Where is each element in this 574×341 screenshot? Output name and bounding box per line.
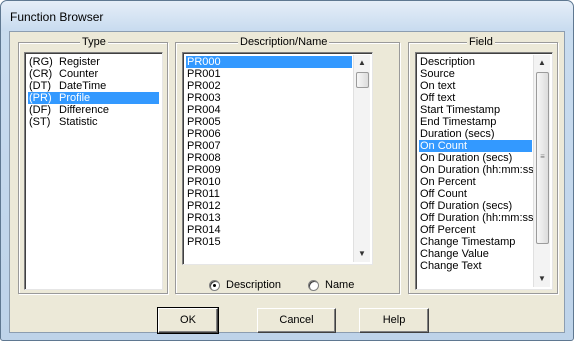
radio-name-option[interactable]: Name [308,279,354,291]
scroll-up-arrow-icon[interactable]: ▲ [354,55,370,71]
description-list-item[interactable]: PR007 [186,140,352,152]
field-list-item[interactable]: Change Timestamp [419,236,532,248]
description-list-item[interactable]: PR010 [186,176,352,188]
field-list-item[interactable]: Off Count [419,188,532,200]
type-label: Statistic [59,116,98,128]
field-scrollbar[interactable]: ▲ ≡ ▼ [533,55,550,287]
field-list-item[interactable]: Off Percent [419,224,532,236]
field-group-title: Field [467,36,495,48]
description-list-item[interactable]: PR011 [186,188,352,200]
field-list-item[interactable]: Duration (secs) [419,128,532,140]
description-listbox[interactable]: PR000 PR001 PR002 PR003 PR004 PR005 PR006 PR007… [182,52,373,265]
description-name-group-title: Description/Name [238,36,330,48]
type-code: (RG) [29,56,53,68]
type-code: (PR) [29,92,52,104]
radio-description-label: Description [226,279,282,291]
field-list-item[interactable]: On Percent [419,176,532,188]
type-code: (CR) [29,68,53,80]
scrollbar-thumb[interactable]: ≡ [536,72,549,244]
description-list-item[interactable]: PR014 [186,224,352,236]
scrollbar-thumb[interactable] [356,72,369,88]
type-list-item[interactable]: (ST) Statistic [28,116,159,128]
type-list: (RG) Register (CR) Counter (DT) DateTime (PR) P… [28,56,159,128]
type-list-item[interactable]: (DT) DateTime [28,80,159,92]
description-scrollbar[interactable]: ▲ ▼ [353,55,370,262]
type-group-title: Type [80,36,108,48]
description-list-item[interactable]: PR004 [186,104,352,116]
field-listbox[interactable]: Description Source On text Off text Start Ti… [415,52,553,290]
field-list-item[interactable]: Description [419,56,532,68]
field-list-item[interactable]: Start Timestamp [419,104,532,116]
scroll-down-arrow-icon[interactable]: ▼ [534,271,550,287]
field-list-item[interactable]: Off Duration (hh:mm:ss) [419,212,537,224]
scroll-up-arrow-icon[interactable]: ▲ [534,55,550,71]
cancel-button[interactable]: Cancel [257,308,336,333]
radio-description-option[interactable]: Description [209,279,281,291]
type-code: (ST) [29,116,51,128]
ok-button[interactable]: OK [157,307,219,334]
field-list-item[interactable]: On text [419,80,532,92]
field-list-item[interactable]: On Duration (hh:mm:ss) [419,164,537,176]
description-list-item[interactable]: PR012 [186,200,352,212]
type-label: DateTime [59,80,107,92]
description-list-item[interactable]: PR001 [186,68,352,80]
description-list-item[interactable]: PR005 [186,116,352,128]
field-list-item[interactable]: End Timestamp [419,116,532,128]
radio-name[interactable] [308,279,319,291]
type-list-item[interactable]: (PR) Profile [28,92,159,104]
description-list-item[interactable]: PR003 [186,92,352,104]
type-code: (DT) [29,80,51,92]
type-list-item[interactable]: (CR) Counter [28,68,159,80]
description-list-item[interactable]: PR008 [186,152,352,164]
field-list: Description Source On text Off text Start Ti… [419,56,537,272]
type-list-item[interactable]: (DF) Difference [28,104,159,116]
description-list-item[interactable]: PR013 [186,212,352,224]
field-list-item[interactable]: Off text [419,92,532,104]
type-label: Register [59,56,100,68]
field-list-item[interactable]: On Duration (secs) [419,152,532,164]
type-group: Type (RG) Register (CR) Counter (DT) DateTime… [18,36,168,294]
type-label: Difference [59,104,109,116]
field-group: Field Description Source On text Off text St… [408,36,558,294]
description-list-item[interactable]: PR002 [186,80,352,92]
field-list-item[interactable]: On Count [419,140,532,152]
window-title: Function Browser [10,10,104,24]
radio-name-label: Name [325,279,355,291]
description-list-item[interactable]: PR009 [186,164,352,176]
field-list-item[interactable]: Change Value [419,248,532,260]
scrollbar-grip-icon: ≡ [540,152,545,161]
function-browser-window: Function Browser Type (RG) Register (CR) Co… [0,0,574,341]
type-label: Counter [59,68,99,80]
description-list: PR000 PR001 PR002 PR003 PR004 PR005 PR006 PR007… [186,56,352,248]
radio-description[interactable] [209,279,220,291]
type-label: Profile [59,92,91,104]
description-name-group: Description/Name PR000 PR001 PR002 PR003 PR0… [175,36,400,294]
type-code: (DF) [29,104,51,116]
type-list-item[interactable]: (RG) Register [28,56,159,68]
description-list-item[interactable]: PR000 [186,56,352,68]
scroll-down-arrow-icon[interactable]: ▼ [354,246,370,262]
description-list-item[interactable]: PR006 [186,128,352,140]
type-listbox[interactable]: (RG) Register (CR) Counter (DT) DateTime (PR) P… [24,52,163,290]
title-bar[interactable]: Function Browser [1,1,573,31]
dialog-client-area: Type (RG) Register (CR) Counter (DT) DateTime… [9,31,565,334]
field-list-item[interactable]: Off Duration (secs) [419,200,532,212]
field-list-item[interactable]: Change Text [419,260,532,272]
field-list-item[interactable]: Source [419,68,532,80]
help-button[interactable]: Help [359,308,429,333]
description-list-item[interactable]: PR015 [186,236,352,248]
